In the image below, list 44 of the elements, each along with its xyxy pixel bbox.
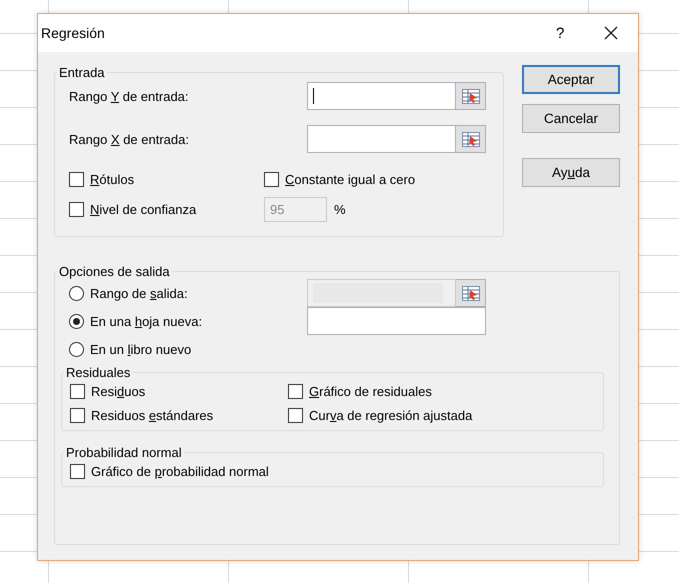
checkbox[interactable] bbox=[69, 202, 84, 217]
checkbox-label[interactable]: Nivel de confianza bbox=[90, 202, 196, 217]
checkbox[interactable] bbox=[288, 408, 303, 422]
range-select-icon bbox=[462, 286, 480, 300]
range-select-icon bbox=[462, 132, 480, 146]
checkbox-label[interactable]: Gráfico de residuales bbox=[309, 384, 432, 398]
radio-label[interactable]: Rango de salida: bbox=[90, 286, 188, 300]
group-title: Opciones de salida bbox=[58, 264, 171, 279]
checkbox-label[interactable]: Gráfico de probabilidad normal bbox=[91, 464, 269, 478]
dialog-button[interactable]: Aceptar bbox=[522, 65, 620, 94]
dialog-button[interactable]: Cancelar bbox=[522, 104, 620, 133]
help-button[interactable]: ? bbox=[556, 24, 572, 42]
unit-label: % bbox=[334, 202, 346, 217]
range-select-icon bbox=[462, 88, 480, 104]
range-select-button[interactable] bbox=[456, 125, 486, 153]
window-title: Regresión bbox=[41, 25, 106, 41]
checkbox-label[interactable]: Rótulos bbox=[90, 172, 134, 186]
checkbox-label[interactable]: Residuos estándares bbox=[91, 408, 214, 422]
dialog-button[interactable]: Ayuda bbox=[522, 158, 620, 187]
input-field[interactable] bbox=[307, 307, 486, 335]
input-field[interactable] bbox=[307, 82, 456, 110]
checkbox[interactable] bbox=[70, 384, 85, 398]
group-title: Entrada bbox=[58, 65, 106, 80]
checkbox[interactable] bbox=[69, 172, 84, 186]
group-title: Probabilidad normal bbox=[65, 445, 183, 460]
range-select-button[interactable] bbox=[456, 82, 486, 110]
input-field[interactable] bbox=[307, 125, 456, 153]
checkbox-label[interactable]: Curva de regresión ajustada bbox=[309, 408, 472, 422]
radio-label[interactable]: En un libro nuevo bbox=[90, 342, 192, 356]
radio-button[interactable] bbox=[69, 286, 84, 300]
group-title: Residuales bbox=[65, 365, 132, 380]
radio-button[interactable] bbox=[69, 314, 84, 328]
checkbox-label[interactable]: Constante igual a cero bbox=[285, 172, 416, 186]
checkbox-label[interactable]: Residuos bbox=[91, 384, 146, 398]
checkbox[interactable] bbox=[288, 384, 303, 398]
checkbox[interactable] bbox=[264, 172, 279, 186]
close-icon[interactable] bbox=[604, 26, 618, 40]
checkbox[interactable] bbox=[70, 464, 85, 478]
checkbox[interactable] bbox=[70, 408, 85, 422]
range-select-button[interactable] bbox=[456, 279, 486, 307]
radio-button[interactable] bbox=[69, 342, 84, 356]
field-label: Rango X de entrada: bbox=[69, 132, 190, 146]
field-label: Rango Y de entrada: bbox=[69, 88, 190, 104]
radio-label[interactable]: En una hoja nueva: bbox=[90, 314, 202, 328]
